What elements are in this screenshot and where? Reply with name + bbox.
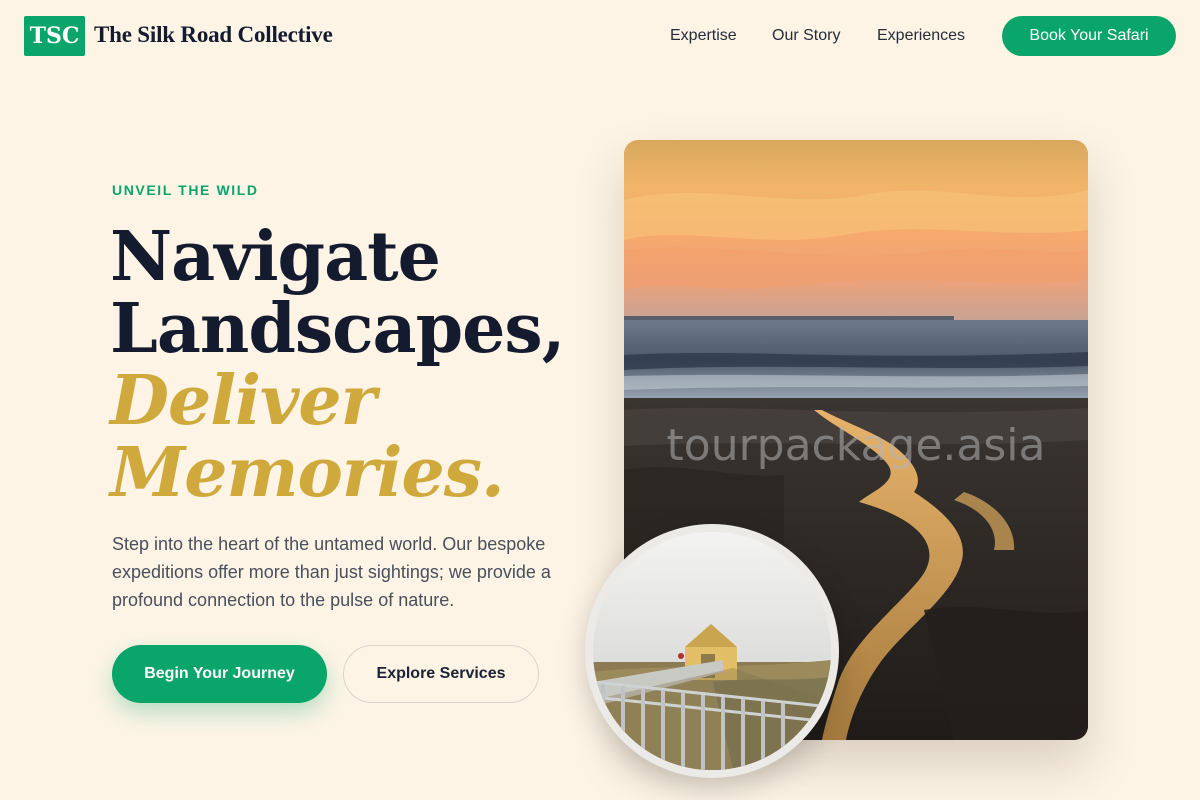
hero-lead: Step into the heart of the untamed world… [112, 534, 551, 610]
site-header: TSC The Silk Road Collective Expertise O… [0, 0, 1200, 72]
nav-link-expertise[interactable]: Expertise [670, 27, 737, 45]
explore-services-button[interactable]: Explore Services [343, 645, 539, 703]
brand-name[interactable]: The Silk Road Collective [94, 22, 333, 48]
inset-image-boardwalk [585, 524, 839, 778]
headline-line-3: Deliver [110, 361, 376, 441]
logo-badge[interactable]: TSC [24, 16, 85, 56]
headline-line-1: Navigate [110, 217, 441, 297]
book-safari-button[interactable]: Book Your Safari [1002, 16, 1176, 56]
nav-link-experiences[interactable]: Experiences [877, 27, 965, 45]
headline-line-2: Landscapes, [110, 289, 565, 369]
image-watermark: tourpackage.asia [666, 420, 1046, 471]
nav-link-our-story[interactable]: Our Story [772, 27, 840, 45]
headline-line-4: Memories. [110, 433, 505, 513]
begin-journey-button[interactable]: Begin Your Journey [112, 645, 327, 703]
hero-eyebrow: UNVEIL THE WILD [112, 182, 259, 198]
